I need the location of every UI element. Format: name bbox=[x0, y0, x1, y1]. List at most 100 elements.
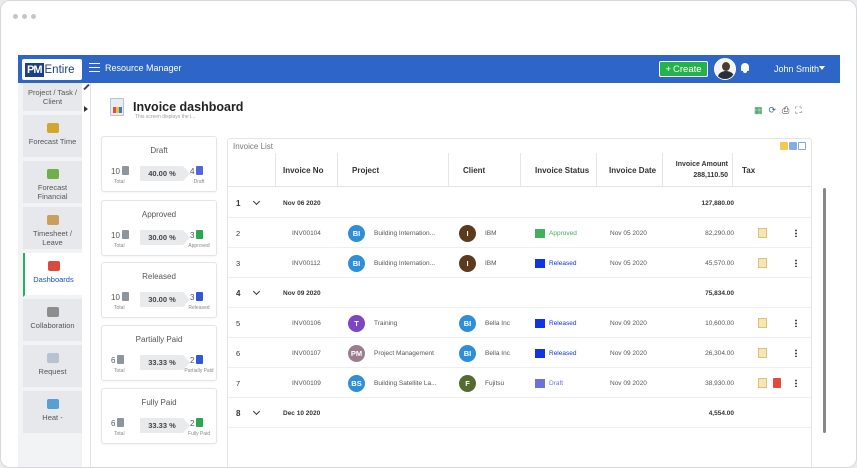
avatar[interactable] bbox=[714, 58, 736, 80]
status-card[interactable]: Draft 10 Total 40.00 % 4 Draft bbox=[101, 136, 217, 192]
project-cell: BI Building Internation... bbox=[348, 248, 435, 278]
project-name[interactable]: Building Internation... bbox=[374, 230, 435, 237]
menu-icon[interactable] bbox=[89, 63, 100, 72]
row-actions bbox=[758, 368, 781, 398]
sidebar-item-dashboards[interactable]: Dashboards bbox=[23, 253, 82, 297]
project-name[interactable]: Building Internation... bbox=[374, 260, 435, 267]
status-card[interactable]: Fully Paid 6 Total 33.33 % 2 Fully Paid bbox=[101, 388, 217, 444]
sidebar-item-collaboration[interactable]: Collaboration bbox=[23, 299, 82, 343]
excel-icon[interactable]: ▦ bbox=[754, 105, 763, 115]
invoice-date: Nov 09 2020 bbox=[610, 349, 647, 357]
invoice-no[interactable]: INV00106 bbox=[292, 308, 321, 338]
sidebar-item-forecast-financial[interactable]: Forecast Financial bbox=[23, 161, 82, 205]
create-label: Create bbox=[673, 63, 702, 75]
chevron-down-icon[interactable] bbox=[252, 278, 261, 308]
document-icon bbox=[117, 355, 125, 364]
client-name[interactable]: IBM bbox=[485, 230, 497, 237]
sidebar: Project / Task / Client Forecast Time Fore… bbox=[23, 83, 82, 467]
status-cell: Approved bbox=[535, 218, 577, 248]
trash-icon[interactable] bbox=[773, 378, 781, 388]
logo[interactable]: PM Entire bbox=[22, 59, 82, 80]
highlight-icon[interactable] bbox=[780, 142, 788, 150]
group-row[interactable]: 1 Nov 06 2020 127,880.00 bbox=[228, 188, 811, 218]
browser-window: PM Entire Resource Manager + Create John … bbox=[0, 0, 857, 468]
sidebar-item-forecast-time[interactable]: Forecast Time bbox=[23, 115, 82, 159]
sidebar-item-timesheet-leave[interactable]: Timesheet / Leave bbox=[23, 207, 82, 251]
app-title: Resource Manager bbox=[105, 63, 182, 73]
invoice-amount: 26,304.00 bbox=[705, 349, 734, 357]
sidebar-item-project-task-client[interactable]: Project / Task / Client bbox=[23, 83, 82, 113]
note-icon[interactable] bbox=[758, 318, 767, 328]
pencil-icon[interactable] bbox=[83, 83, 90, 91]
col-invoice-date[interactable]: Invoice Date bbox=[597, 153, 663, 187]
nav-icon bbox=[46, 307, 59, 317]
note-icon[interactable] bbox=[758, 258, 767, 268]
project-name[interactable]: Project Management bbox=[374, 350, 434, 357]
client-name[interactable]: Bella Inc bbox=[485, 320, 510, 327]
status-indicator bbox=[535, 258, 545, 268]
status-card[interactable]: Released 10 Total 30.00 % 3 Released bbox=[101, 262, 217, 318]
project-avatar: BI bbox=[348, 254, 365, 272]
bell-icon[interactable] bbox=[740, 63, 750, 73]
document-icon bbox=[196, 418, 204, 427]
chevron-down-icon[interactable] bbox=[252, 398, 261, 428]
status-card[interactable]: Partially Paid 6 Total 33.33 % 2 Partially Pa… bbox=[101, 325, 217, 381]
kebab-menu-icon[interactable] bbox=[795, 338, 797, 368]
client-name[interactable]: Bella Inc bbox=[485, 350, 510, 357]
group-date: Nov 06 2020 bbox=[283, 199, 321, 207]
refresh-icon[interactable]: ⟳ bbox=[769, 105, 777, 115]
col-invoice-amount[interactable]: Invoice Amount 288,110.50 bbox=[663, 153, 733, 187]
table-row[interactable]: 5 INV00106 T Training BI Bella Inc Released Nov… bbox=[228, 308, 811, 338]
invoice-no[interactable]: INV00109 bbox=[292, 368, 321, 398]
expand-arrow-icon[interactable] bbox=[84, 106, 88, 112]
card-status-label: Fully Paid bbox=[188, 431, 210, 437]
note-icon[interactable] bbox=[758, 348, 767, 358]
col-invoice-no[interactable]: Invoice No bbox=[276, 153, 338, 187]
expand-icon[interactable] bbox=[798, 142, 806, 150]
card-status-count: 2 bbox=[190, 419, 195, 428]
card-total-label: Total bbox=[114, 431, 125, 437]
col-tax[interactable]: Tax bbox=[733, 153, 811, 187]
print-icon[interactable]: ⎙ bbox=[782, 105, 789, 115]
invoice-no[interactable]: INV00112 bbox=[292, 248, 320, 278]
group-row[interactable]: 8 Dec 10 2020 4,554.00 bbox=[228, 398, 811, 428]
group-row[interactable]: 4 Nov 09 2020 75,834.00 bbox=[228, 278, 811, 308]
vertical-scrollbar[interactable] bbox=[823, 188, 826, 433]
row-number: 7 bbox=[236, 378, 241, 388]
kebab-menu-icon[interactable] bbox=[795, 368, 797, 398]
filter-icon[interactable] bbox=[789, 142, 797, 150]
kebab-menu-icon[interactable] bbox=[795, 308, 797, 338]
chevron-down-icon[interactable] bbox=[252, 188, 261, 218]
page-subtitle: This screen displays the i... bbox=[135, 114, 196, 120]
kebab-menu-icon[interactable] bbox=[795, 248, 797, 278]
status-card[interactable]: Approved 10 Total 30.00 % 3 Approved bbox=[101, 200, 217, 256]
sidebar-item-request[interactable]: Request bbox=[23, 345, 82, 389]
col-client[interactable]: Client bbox=[449, 153, 521, 187]
project-cell: T Training bbox=[348, 308, 397, 338]
table-row[interactable]: 7 INV00109 BS Building Satellite La... F Fuji… bbox=[228, 368, 811, 398]
table-row[interactable]: 6 INV00107 PM Project Management BI Bella Inc… bbox=[228, 338, 811, 368]
fullscreen-icon[interactable]: ⛶ bbox=[795, 105, 801, 115]
user-name[interactable]: John Smith bbox=[774, 64, 819, 74]
project-name[interactable]: Training bbox=[374, 320, 397, 327]
create-button[interactable]: + Create bbox=[659, 61, 708, 77]
card-total: 6 bbox=[111, 418, 125, 428]
kebab-menu-icon[interactable] bbox=[795, 218, 797, 248]
project-name[interactable]: Building Satellite La... bbox=[374, 380, 437, 387]
col-project[interactable]: Project bbox=[338, 153, 449, 187]
client-name[interactable]: IBM bbox=[485, 260, 497, 267]
card-status-label: Draft bbox=[193, 179, 205, 185]
col-invoice-status[interactable]: Invoice Status bbox=[521, 153, 597, 187]
chevron-down-icon[interactable] bbox=[819, 66, 825, 70]
status-indicator bbox=[535, 318, 545, 328]
note-icon[interactable] bbox=[758, 228, 767, 238]
invoice-no[interactable]: INV00107 bbox=[292, 338, 321, 368]
note-icon[interactable] bbox=[758, 378, 767, 388]
client-name[interactable]: Fujitsu bbox=[485, 380, 504, 387]
status-cell: Draft bbox=[535, 368, 563, 398]
table-header: Invoice No Project Client Invoice Status… bbox=[228, 153, 811, 187]
invoice-no[interactable]: INV00104 bbox=[292, 218, 321, 248]
table-row[interactable]: 3 INV00112 BI Building Internation... I IBM Re… bbox=[228, 248, 811, 278]
table-row[interactable]: 2 INV00104 BI Building Internation... I IBM Ap… bbox=[228, 218, 811, 248]
sidebar-item-heat[interactable]: Heat - bbox=[23, 391, 82, 435]
